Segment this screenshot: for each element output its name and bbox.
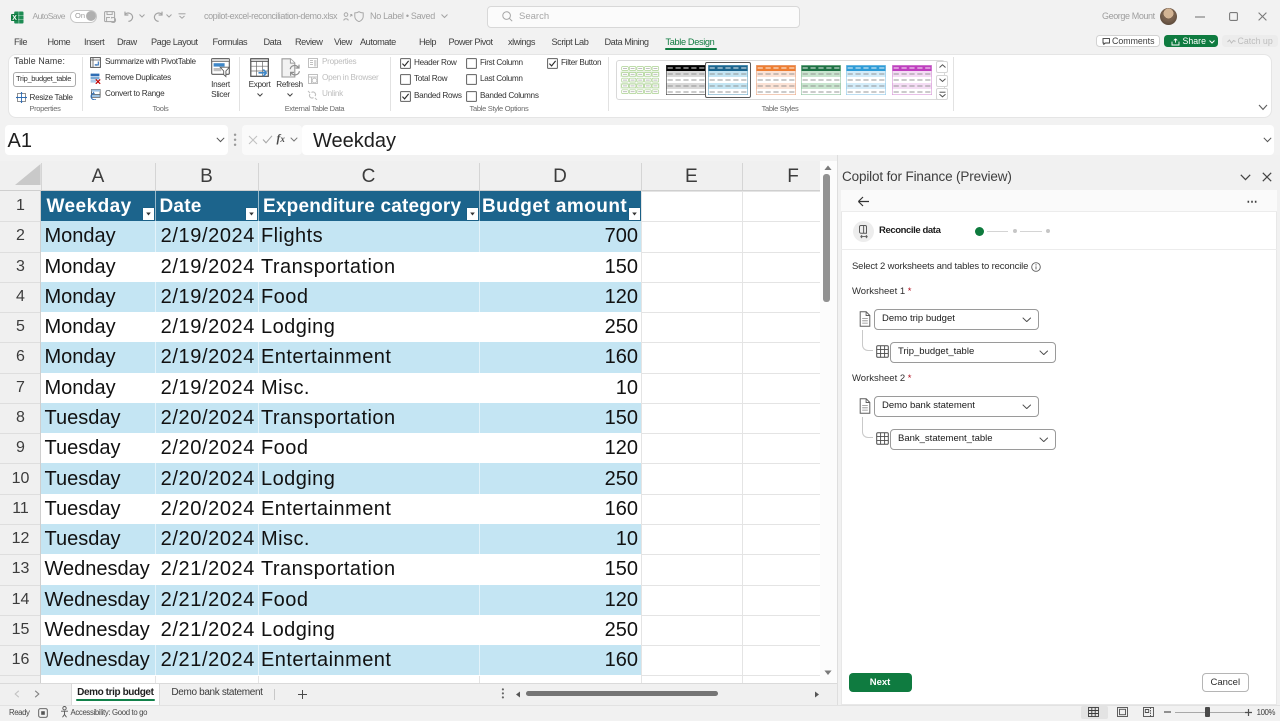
- svg-text:X: X: [12, 14, 17, 21]
